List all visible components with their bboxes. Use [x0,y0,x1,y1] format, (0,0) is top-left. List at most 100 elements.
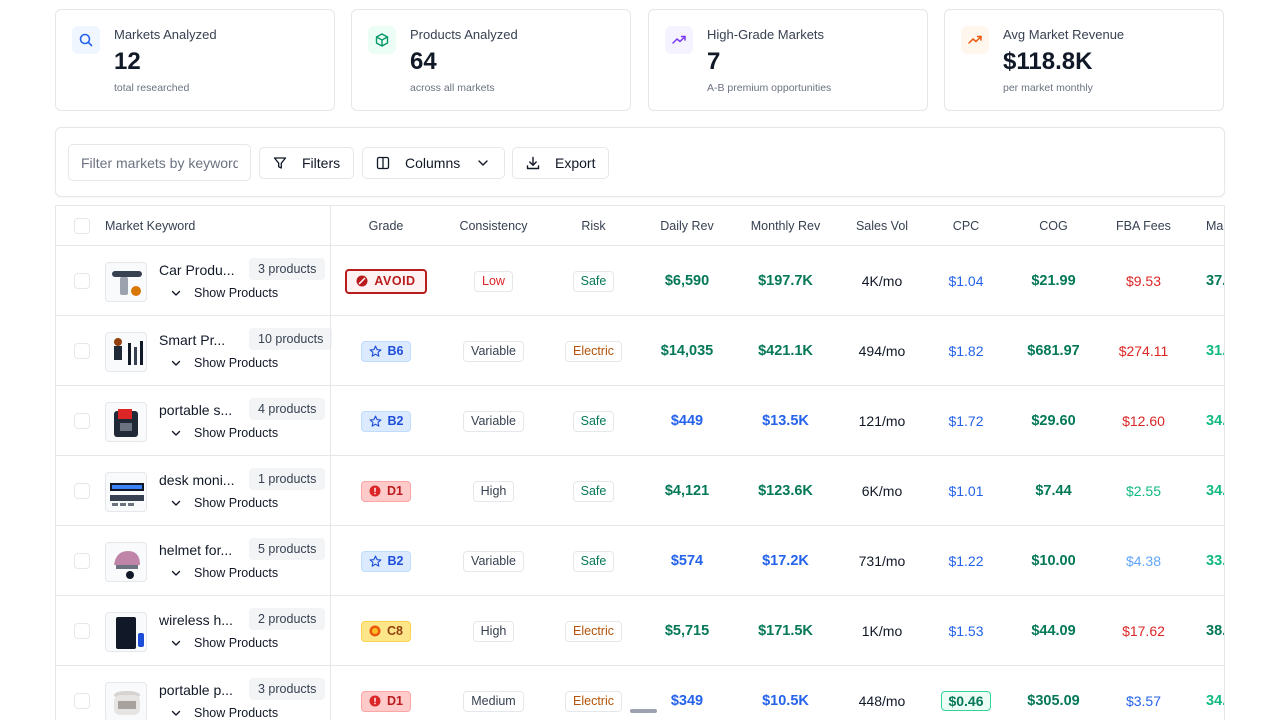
header-daily-rev[interactable]: Daily Rev [641,206,733,246]
header-market-keyword[interactable]: Market Keyword [105,206,195,246]
cog-value: $44.09 [1031,623,1076,639]
stat-label: Avg Market Revenue [1003,27,1125,42]
header-margin[interactable]: Ma [1206,206,1223,246]
market-keyword[interactable]: portable s... [159,402,232,418]
grade-badge[interactable]: D1 [361,690,411,712]
grade-badge[interactable]: AVOID [345,268,427,294]
market-keyword[interactable]: Smart Pr... [159,332,225,348]
risk-cell: Electric [546,596,641,666]
risk-cell: Safe [546,386,641,456]
cog-value: $29.60 [1031,413,1076,429]
stat-subtext: per market monthly [1003,82,1093,94]
monthly-revenue: $197.7K [758,273,813,289]
sales-volume: 494/mo [858,343,906,359]
columns-label: Columns [405,155,461,171]
product-count-badge: 10 products [249,328,333,350]
risk-badge: Safe [572,550,615,572]
markets-table: Market Keyword Grade Consistency Risk Da… [55,205,1225,720]
alert-icon [369,695,381,707]
show-products-toggle[interactable]: Show Products [170,356,278,370]
show-products-label: Show Products [194,636,279,650]
export-button[interactable]: Export [512,147,609,179]
show-products-toggle[interactable]: Show Products [170,706,278,720]
show-products-toggle[interactable]: Show Products [170,566,278,580]
market-keyword[interactable]: desk moni... [159,472,234,488]
header-sales-vol[interactable]: Sales Vol [838,206,926,246]
cog-value: $21.99 [1031,273,1076,289]
market-keyword[interactable]: Car Produ... [159,262,234,278]
header-monthly-rev[interactable]: Monthly Rev [733,206,838,246]
consistency-badge: Medium [463,690,524,712]
header-consistency[interactable]: Consistency [441,206,546,246]
filters-button[interactable]: Filters [259,147,354,179]
consistency-badge: High [472,480,515,502]
margin-value: 37. [1206,273,1225,289]
row-checkbox[interactable] [74,623,90,639]
row-checkbox[interactable] [74,553,90,569]
cog-value: $10.00 [1031,553,1076,569]
show-products-label: Show Products [194,286,279,300]
portable-product-thumbnail [105,402,147,442]
grade-cell: AVOID [331,246,441,316]
market-keyword[interactable]: wireless h... [159,612,233,628]
table-row[interactable]: helmet for... 5 products Show Products B2 Va… [56,526,1224,596]
header-grade[interactable]: Grade [331,206,441,246]
show-products-toggle[interactable]: Show Products [170,286,278,300]
filter-markets-input[interactable] [68,144,251,181]
cpc-cell: $0.46 [926,666,1006,720]
stat-value: 7 [707,48,721,75]
header-fba-fees[interactable]: FBA Fees [1101,206,1186,246]
market-keyword[interactable]: portable p... [159,682,233,698]
table-row[interactable]: Smart Pr... 10 products Show Products B6 Var… [56,316,1224,386]
row-checkbox[interactable] [74,413,90,429]
search-icon [72,26,100,54]
horizontal-scrollbar[interactable] [630,709,657,713]
consistency-cell: High [441,456,546,526]
columns-icon [376,156,390,170]
car-product-thumbnail [105,262,147,302]
stat-subtext: across all markets [410,82,495,94]
select-all-checkbox[interactable] [74,218,90,234]
grade-badge[interactable]: B2 [360,550,412,572]
header-cpc[interactable]: CPC [926,206,1006,246]
stat-label: High-Grade Markets [707,27,825,42]
cpc-cell: $1.04 [926,246,1006,316]
show-products-toggle[interactable]: Show Products [170,496,278,510]
risk-cell: Safe [546,456,641,526]
row-checkbox[interactable] [74,273,90,289]
table-row[interactable]: desk moni... 1 products Show Products D1 Hig… [56,456,1225,526]
row-checkbox[interactable] [74,483,90,499]
product-count-badge: 3 products [249,258,326,280]
table-row[interactable]: Car Produ... 3 products Show Products AVOID… [56,246,1225,316]
row-checkbox[interactable] [74,343,90,359]
columns-button[interactable]: Columns [362,147,505,179]
product-count-badge: 1 products [249,468,326,490]
chevron-down-icon [171,500,181,506]
row-checkbox[interactable] [74,693,90,709]
chevron-down-icon [171,430,181,436]
show-products-toggle[interactable]: Show Products [170,426,278,440]
header-risk[interactable]: Risk [546,206,641,246]
portable-pot-thumbnail [105,682,147,720]
fba-fees-value: $12.60 [1122,413,1165,429]
fba-fees-value: $3.57 [1125,693,1162,709]
monthly-revenue: $171.5K [758,623,813,639]
chevron-down-icon [171,570,181,576]
stat-card-avg-revenue: Avg Market Revenue $118.8K per market mo… [944,9,1224,111]
grade-badge[interactable]: C8 [361,620,411,642]
grade-badge[interactable]: D1 [361,480,411,502]
header-cog[interactable]: COG [1006,206,1101,246]
grade-badge[interactable]: B2 [360,410,412,432]
chevron-down-icon [478,160,488,166]
fba-fees-value: $274.11 [1118,343,1169,359]
grade-cell: B2 [331,526,441,596]
market-keyword[interactable]: helmet for... [159,542,232,558]
table-toolbar: Filters Columns Export [55,127,1225,197]
product-count-badge: 4 products [249,398,326,420]
table-row[interactable]: wireless h... 2 products Show Products C8 Hi… [56,596,1224,666]
table-row[interactable]: portable s... 4 products Show Products B2 Va… [56,386,1224,456]
show-products-toggle[interactable]: Show Products [170,636,278,650]
grade-cell: C8 [331,596,441,666]
margin-value: 34. [1206,483,1225,499]
grade-badge[interactable]: B6 [360,340,412,362]
